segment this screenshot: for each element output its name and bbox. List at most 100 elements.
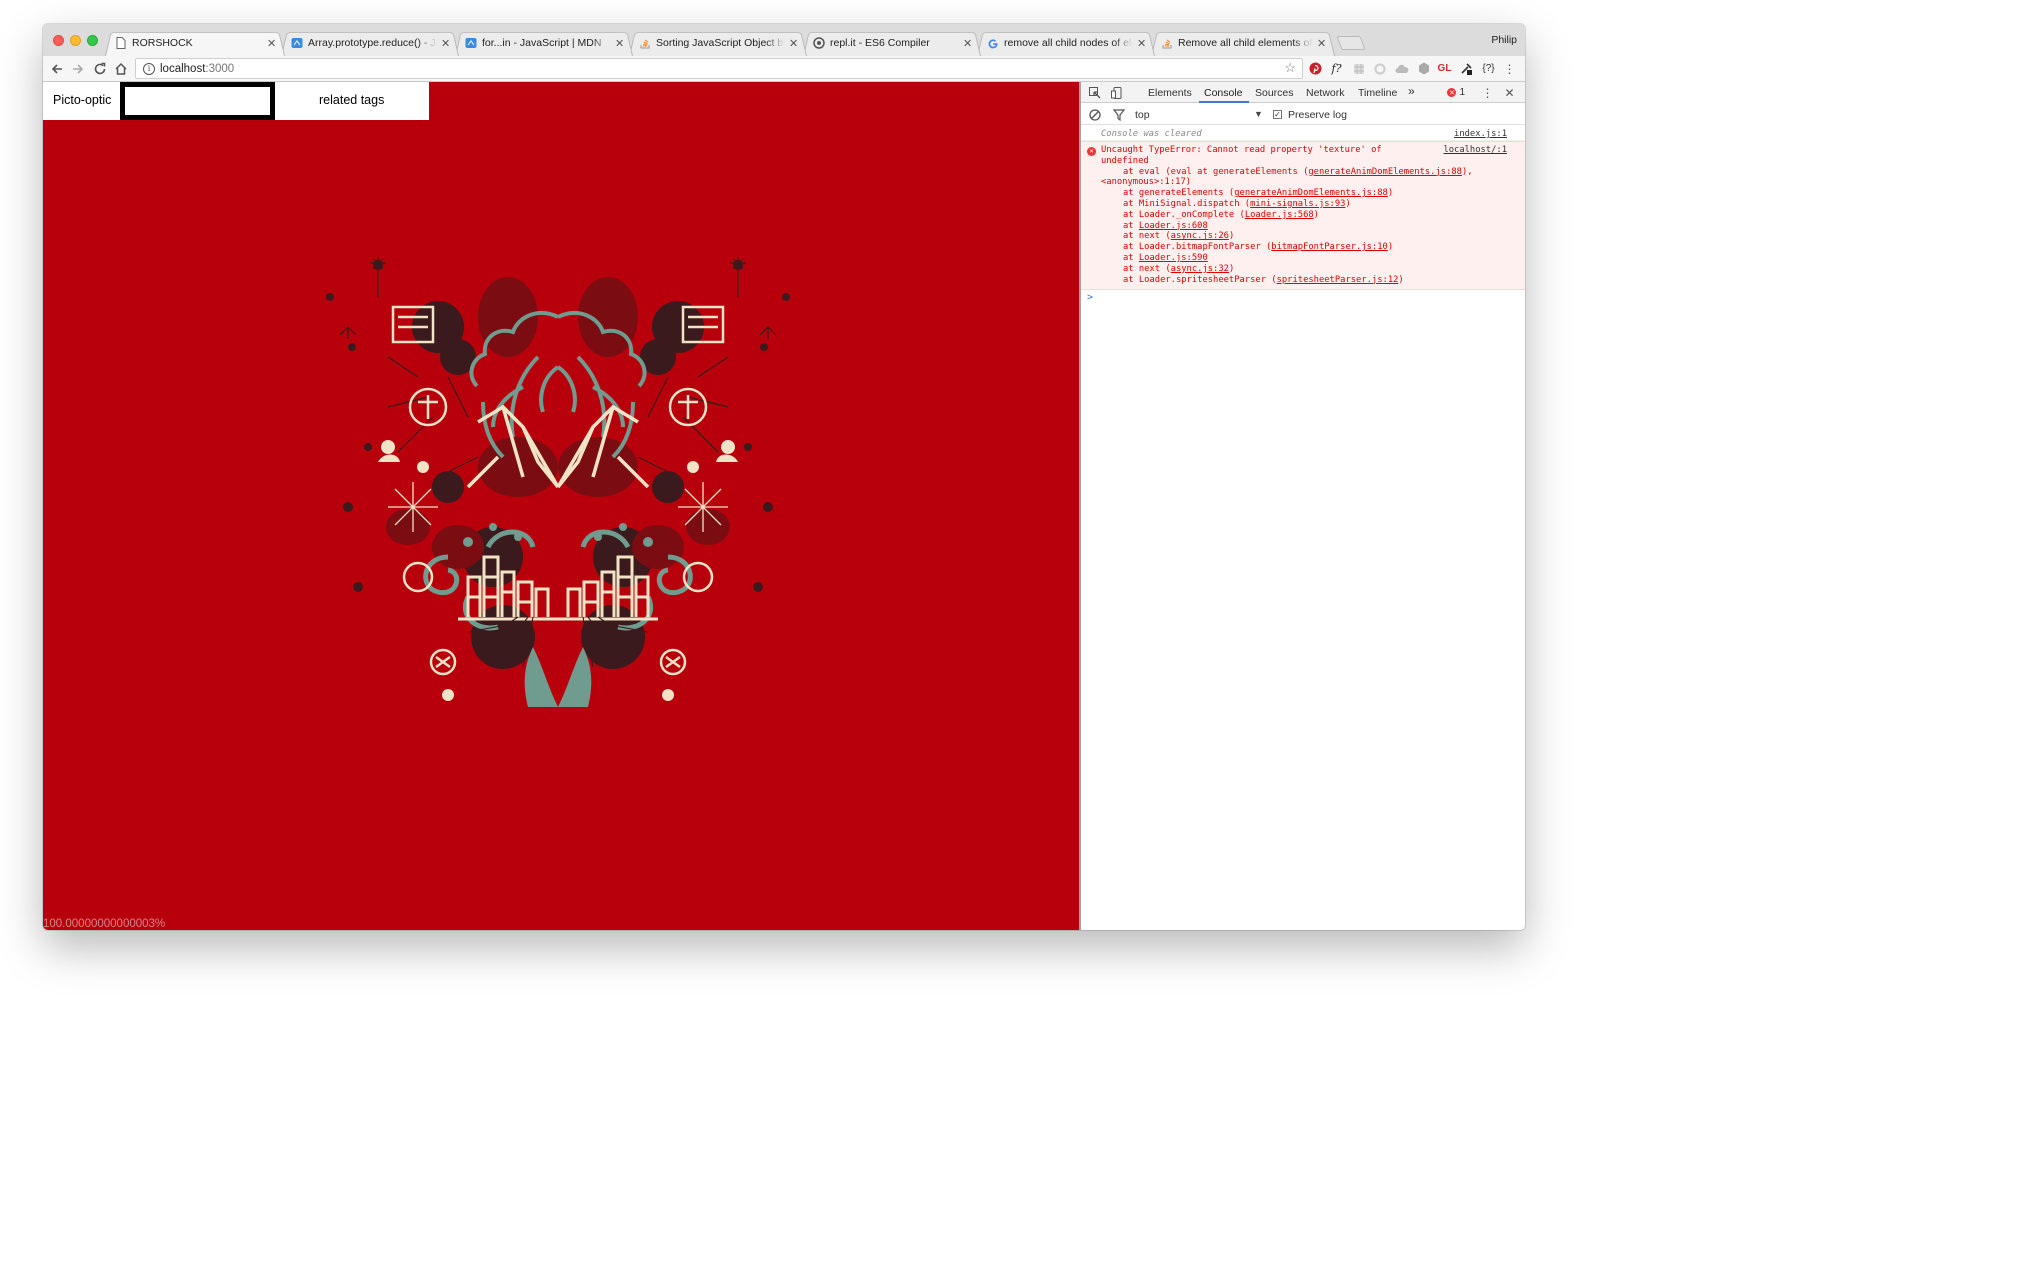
devtools-menu-icon[interactable]: ⋮ — [1480, 85, 1495, 100]
error-counter[interactable]: ✕ 1 — [1447, 87, 1465, 98]
eyedropper-extension-icon[interactable] — [1458, 60, 1475, 77]
tag-search-input[interactable] — [120, 82, 275, 120]
tab-elements[interactable]: Elements — [1148, 87, 1192, 99]
stack-frame-link[interactable]: async.js:26 — [1171, 231, 1229, 241]
stack-frame-tail: ) — [1313, 209, 1319, 220]
related-tags-link[interactable]: related tags — [319, 93, 384, 107]
stack-frame: at next (async.js:26) — [1101, 231, 1525, 242]
tab-rorshock[interactable]: RORSHOCK ✕ — [105, 30, 285, 56]
tab-for-in[interactable]: for...in - JavaScript | MDN ✕ — [455, 30, 633, 56]
profile-name[interactable]: Philip — [1491, 34, 1517, 46]
stack-frame-text: at eval (eval at generateElements ( — [1123, 166, 1309, 177]
tab-strip: RORSHOCK ✕ Array.prototype.reduce() - Ja… — [43, 24, 1525, 56]
stack-frame-link[interactable]: Loader.js:590 — [1139, 253, 1208, 263]
more-tabs-button[interactable]: » — [1408, 84, 1415, 98]
forward-arrow-icon — [73, 64, 84, 74]
tab-network[interactable]: Network — [1306, 87, 1345, 99]
close-icon[interactable]: ✕ — [789, 37, 799, 50]
tab-replit[interactable]: repl.it - ES6 Compiler ✕ — [803, 30, 981, 56]
close-icon[interactable]: ✕ — [1317, 37, 1327, 50]
stack-frame-link[interactable]: generateAnimDomElements.js:88 — [1308, 167, 1462, 177]
close-icon[interactable]: ✕ — [615, 37, 625, 50]
stack-frame: at Loader._onComplete (Loader.js:568) — [1101, 210, 1525, 221]
info-icon[interactable]: i — [143, 62, 155, 75]
context-selector[interactable]: top — [1135, 109, 1150, 121]
tab-console[interactable]: Console — [1204, 87, 1243, 99]
mdn-icon — [291, 37, 303, 49]
preserve-log-checkbox[interactable]: ✓ — [1273, 110, 1282, 119]
stack-frame-link[interactable]: Loader.js:608 — [1139, 221, 1208, 231]
stack-frame-text: at next ( — [1123, 263, 1171, 274]
minimize-window-button[interactable] — [70, 35, 81, 46]
close-icon[interactable]: ✕ — [441, 37, 451, 50]
stack-frame-text: <anonymous>:1:17) — [1101, 177, 1192, 188]
bookmark-star-icon[interactable]: ☆ — [1284, 60, 1296, 76]
clear-console-icon[interactable] — [1087, 107, 1102, 122]
stack-frame-link[interactable]: generateAnimDomElements.js:88 — [1234, 188, 1388, 198]
json-extension-icon[interactable]: {?} — [1480, 60, 1497, 77]
tab-google-search[interactable]: remove all child nodes of element ✕ — [977, 30, 1155, 56]
device-toolbar-icon[interactable] — [1109, 85, 1124, 100]
tab-sources[interactable]: Sources — [1255, 87, 1294, 99]
stack-frame-link[interactable]: bitmapFontParser.js:10 — [1271, 242, 1388, 252]
load-progress-text: 100.00000000000003% — [43, 918, 166, 930]
close-icon[interactable]: ✕ — [267, 37, 277, 50]
stack-frame-text: at Loader.spritesheetParser ( — [1123, 274, 1277, 285]
close-icon[interactable]: ✕ — [1137, 37, 1147, 50]
home-button[interactable] — [111, 59, 131, 79]
error-line: undefined — [1101, 155, 1149, 166]
tab-title: Sorting JavaScript Object by property va… — [656, 37, 785, 49]
stackoverflow-icon — [1161, 37, 1173, 49]
stack-frame-text: at next ( — [1123, 231, 1171, 242]
hexagon-extension-icon[interactable] — [1415, 60, 1432, 77]
close-devtools-icon[interactable]: ✕ — [1502, 85, 1517, 100]
stack-frame-link[interactable]: spritesheetParser.js:12 — [1277, 275, 1399, 285]
grid-extension-icon[interactable] — [1350, 60, 1367, 77]
back-button[interactable] — [47, 59, 67, 79]
devtools-panel: Elements Console Sources Network Timelin… — [1079, 82, 1525, 930]
pinterest-extension-icon[interactable] — [1307, 60, 1324, 77]
stack-frame-text: at Loader.bitmapFontParser ( — [1123, 242, 1272, 253]
stack-frame-tail: ), — [1461, 166, 1473, 177]
artwork-left-half — [326, 257, 558, 707]
stack-frame-link[interactable]: mini-signals.js:93 — [1250, 199, 1345, 209]
error-count-value: 1 — [1459, 87, 1465, 98]
tab-remove-child[interactable]: Remove all child elements of a DOM node … — [1151, 30, 1335, 56]
cloud-extension-icon[interactable] — [1393, 60, 1410, 77]
preserve-log-label[interactable]: Preserve log — [1288, 109, 1347, 121]
mdn-icon — [465, 37, 477, 49]
tab-sorting-object[interactable]: Sorting JavaScript Object by property va… — [629, 30, 807, 56]
document-icon — [115, 37, 127, 49]
maximize-window-button[interactable] — [87, 35, 98, 46]
tab-title: RORSHOCK — [132, 37, 193, 49]
stack-frame-link[interactable]: Loader.js:568 — [1245, 210, 1314, 220]
menu-kebab-icon[interactable]: ⋮ — [1501, 60, 1518, 77]
url-port: :3000 — [205, 62, 235, 75]
reload-button[interactable] — [90, 59, 110, 79]
formula-extension-icon[interactable]: f? — [1328, 60, 1345, 77]
address-bar[interactable]: i localhost:3000 ☆ — [135, 58, 1303, 79]
stack-frame: at MiniSignal.dispatch (mini-signals.js:… — [1101, 199, 1525, 210]
stack-frame-text: at MiniSignal.dispatch ( — [1123, 198, 1251, 209]
close-window-button[interactable] — [53, 35, 64, 46]
new-tab-button[interactable] — [1336, 36, 1366, 50]
browser-window: RORSHOCK ✕ Array.prototype.reduce() - Ja… — [43, 24, 1525, 930]
stack-frame-link[interactable]: async.js:32 — [1171, 264, 1229, 274]
filter-icon[interactable] — [1111, 107, 1126, 122]
tab-array-reduce[interactable]: Array.prototype.reduce() - JavaScript | … — [281, 30, 459, 56]
gl-extension-icon[interactable]: GL — [1436, 60, 1453, 77]
dropdown-arrow-icon[interactable]: ▼ — [1254, 109, 1263, 119]
console-prompt[interactable]: > — [1081, 290, 1525, 304]
tab-timeline[interactable]: Timeline — [1358, 87, 1397, 99]
console-error-message: ✕ localhost/:1 Uncaught TypeError: Canno… — [1081, 141, 1525, 291]
brand-title[interactable]: Picto-optic — [53, 93, 111, 107]
error-icon: ✕ — [1447, 88, 1457, 97]
cleared-source-link[interactable]: index.js:1 — [1454, 129, 1507, 140]
devtools-tabbar: Elements Console Sources Network Timelin… — [1081, 82, 1525, 103]
inspect-element-icon[interactable] — [1087, 85, 1102, 100]
close-icon[interactable]: ✕ — [963, 37, 973, 50]
refresh-extension-icon[interactable] — [1371, 60, 1388, 77]
error-source-link[interactable]: localhost/:1 — [1443, 145, 1507, 156]
browser-toolbar: i localhost:3000 ☆ f? GL {?} ⋮ — [43, 56, 1525, 82]
forward-button[interactable] — [68, 59, 88, 79]
